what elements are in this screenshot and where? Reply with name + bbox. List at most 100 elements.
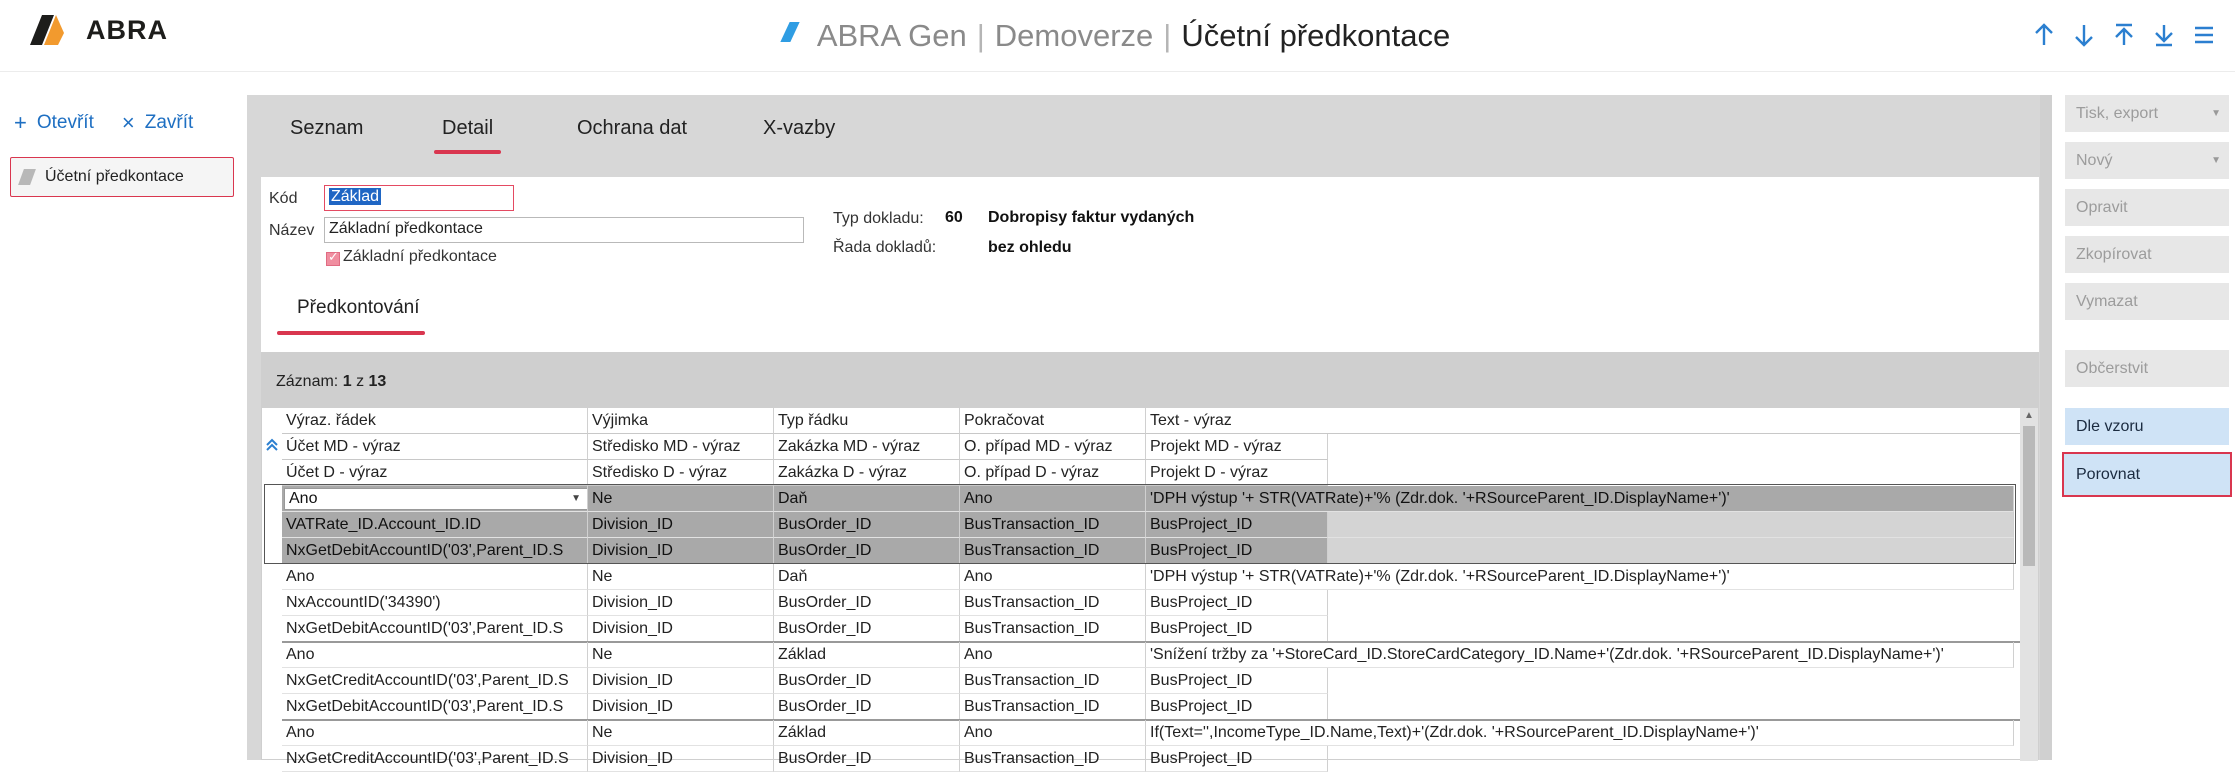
table-cell[interactable]: BusTransaction_ID xyxy=(960,694,1146,720)
table-cell[interactable]: BusOrder_ID xyxy=(774,694,960,720)
column-header[interactable]: Zakázka MD - výraz xyxy=(774,434,960,460)
table-row[interactable]: VATRate_ID.Account_ID.ID Division_ID Bus… xyxy=(262,512,2022,538)
grid-scrollbar[interactable]: ▲ xyxy=(2020,408,2038,761)
table-cell[interactable]: NxGetDebitAccountID('03',Parent_ID.S xyxy=(282,694,588,720)
name-field[interactable]: Základní předkontace xyxy=(324,217,804,243)
tab-seznam[interactable]: Seznam xyxy=(290,117,363,148)
menu-icon[interactable] xyxy=(2193,22,2215,50)
column-header[interactable]: Výjimka xyxy=(588,408,774,434)
table-cell[interactable]: Ne xyxy=(588,486,774,512)
table-cell[interactable]: BusOrder_ID xyxy=(774,668,960,694)
delete-button[interactable]: Vymazat xyxy=(2065,283,2229,320)
table-cell[interactable]: BusOrder_ID xyxy=(774,616,960,642)
table-cell[interactable]: BusProject_ID xyxy=(1146,616,1328,642)
table-cell[interactable]: Ano xyxy=(282,564,588,590)
table-cell[interactable]: Ano xyxy=(960,720,1146,746)
table-cell[interactable]: BusProject_ID xyxy=(1146,694,1328,720)
table-row[interactable]: Ano Ne Daň Ano 'DPH výstup '+ STR(VATRat… xyxy=(262,564,2022,590)
table-cell[interactable]: 'DPH výstup '+ STR(VATRate)+'% (Zdr.dok.… xyxy=(1146,564,2014,590)
table-cell[interactable]: NxGetCreditAccountID('03',Parent_ID.S xyxy=(282,668,588,694)
basic-checkbox[interactable] xyxy=(326,249,340,266)
table-cell[interactable]: BusProject_ID xyxy=(1146,590,1328,616)
by-template-button[interactable]: Dle vzoru xyxy=(2065,408,2229,445)
main-scrollbar[interactable] xyxy=(2040,95,2052,760)
table-cell[interactable]: Ano xyxy=(282,642,588,668)
chevron-down-icon[interactable]: ▼ xyxy=(571,489,581,509)
table-cell[interactable]: BusTransaction_ID xyxy=(960,668,1146,694)
edit-button[interactable]: Opravit xyxy=(2065,189,2229,226)
arrow-up-icon[interactable] xyxy=(2033,22,2055,50)
refresh-button[interactable]: Občerstvit xyxy=(2065,350,2229,387)
column-header[interactable]: Projekt MD - výraz xyxy=(1146,434,1328,460)
table-cell[interactable]: BusProject_ID xyxy=(1146,668,1328,694)
table-cell[interactable]: BusTransaction_ID xyxy=(960,538,1146,564)
table-row[interactable]: Ano Ne Základ Ano 'Snížení tržby za '+St… xyxy=(262,642,2022,668)
column-header[interactable]: O. případ MD - výraz xyxy=(960,434,1146,460)
expression-line-select[interactable]: Ano ▼ xyxy=(284,488,587,510)
table-cell[interactable]: Ne xyxy=(588,720,774,746)
tab-ochrana-dat[interactable]: Ochrana dat xyxy=(577,117,687,148)
table-cell[interactable]: 'DPH výstup '+ STR(VATRate)+'% (Zdr.dok.… xyxy=(1146,486,2014,512)
table-cell[interactable]: Základ xyxy=(774,720,960,746)
table-cell[interactable]: Division_ID xyxy=(588,512,774,538)
scroll-up-icon[interactable]: ▲ xyxy=(2023,410,2035,424)
column-header[interactable]: Výraz. řádek xyxy=(282,408,588,434)
table-cell[interactable]: Daň xyxy=(774,564,960,590)
table-cell[interactable]: Division_ID xyxy=(588,538,774,564)
column-header[interactable]: Pokračovat xyxy=(960,408,1146,434)
table-row[interactable]: NxGetCreditAccountID('03',Parent_ID.S Di… xyxy=(262,746,2022,772)
table-cell[interactable]: BusOrder_ID xyxy=(774,512,960,538)
table-cell[interactable]: NxGetCreditAccountID('03',Parent_ID.S xyxy=(282,746,588,772)
table-row[interactable]: NxAccountID('34390') Division_ID BusOrde… xyxy=(262,590,2022,616)
table-row[interactable]: NxGetDebitAccountID('03',Parent_ID.S Div… xyxy=(262,538,2022,564)
table-cell[interactable]: Division_ID xyxy=(588,694,774,720)
table-cell[interactable]: BusProject_ID xyxy=(1146,538,1328,564)
table-cell[interactable]: Ne xyxy=(588,642,774,668)
table-cell[interactable]: Základ xyxy=(774,642,960,668)
table-cell[interactable]: If(Text='',IncomeType_ID.Name,Text)+'(Zd… xyxy=(1146,720,2014,746)
column-header[interactable]: Středisko MD - výraz xyxy=(588,434,774,460)
table-cell[interactable]: Ano ▼ xyxy=(282,486,588,512)
column-header[interactable]: O. případ D - výraz xyxy=(960,460,1146,486)
table-cell[interactable]: BusTransaction_ID xyxy=(960,746,1146,772)
collapse-icon[interactable] xyxy=(266,438,278,454)
new-button[interactable]: Nový ▼ xyxy=(2065,142,2229,179)
table-row[interactable]: Ano Ne Základ Ano If(Text='',IncomeType_… xyxy=(262,720,2022,746)
column-header[interactable]: Účet D - výraz xyxy=(282,460,588,486)
table-cell[interactable]: Ano xyxy=(960,642,1146,668)
arrow-top-icon[interactable] xyxy=(2113,22,2135,50)
scroll-thumb[interactable] xyxy=(2023,426,2035,566)
table-row[interactable]: NxGetDebitAccountID('03',Parent_ID.S Div… xyxy=(262,694,2022,720)
column-header[interactable]: Středisko D - výraz xyxy=(588,460,774,486)
table-row[interactable]: NxGetDebitAccountID('03',Parent_ID.S Div… xyxy=(262,616,2022,642)
table-cell[interactable]: Ano xyxy=(960,564,1146,590)
table-cell[interactable]: NxGetDebitAccountID('03',Parent_ID.S xyxy=(282,616,588,642)
tab-x-vazby[interactable]: X-vazby xyxy=(763,117,835,148)
table-cell[interactable]: BusProject_ID xyxy=(1146,746,1328,772)
table-cell[interactable]: NxAccountID('34390') xyxy=(282,590,588,616)
close-button[interactable]: × Zavřít xyxy=(122,112,193,134)
copy-button[interactable]: Zkopírovat xyxy=(2065,236,2229,273)
table-cell[interactable]: BusTransaction_ID xyxy=(960,512,1146,538)
column-header[interactable]: Projekt D - výraz xyxy=(1146,460,1328,486)
table-cell[interactable]: BusOrder_ID xyxy=(774,538,960,564)
table-cell[interactable]: BusTransaction_ID xyxy=(960,616,1146,642)
arrow-down-icon[interactable] xyxy=(2073,22,2095,50)
table-row[interactable]: NxGetCreditAccountID('03',Parent_ID.S Di… xyxy=(262,668,2022,694)
table-cell[interactable]: Division_ID xyxy=(588,616,774,642)
table-cell[interactable]: Division_ID xyxy=(588,668,774,694)
table-cell[interactable]: BusProject_ID xyxy=(1146,512,1328,538)
table-cell[interactable]: BusOrder_ID xyxy=(774,746,960,772)
code-field[interactable]: Základ xyxy=(324,185,514,211)
open-agenda-tab[interactable]: Účetní předkontace xyxy=(10,157,234,197)
table-row[interactable]: Ano ▼ Ne Daň Ano 'DPH výstup '+ STR(VATRa… xyxy=(262,486,2022,512)
table-cell[interactable]: 'Snížení tržby za '+StoreCard_ID.StoreCa… xyxy=(1146,642,2014,668)
table-cell[interactable]: Division_ID xyxy=(588,590,774,616)
column-header[interactable]: Text - výraz xyxy=(1146,408,2022,434)
table-cell[interactable]: BusTransaction_ID xyxy=(960,590,1146,616)
tab-predkontovani[interactable]: Předkontování xyxy=(297,297,420,319)
table-cell[interactable]: BusOrder_ID xyxy=(774,590,960,616)
column-header[interactable]: Typ řádku xyxy=(774,408,960,434)
table-cell[interactable]: Ano xyxy=(282,720,588,746)
column-header[interactable]: Zakázka D - výraz xyxy=(774,460,960,486)
